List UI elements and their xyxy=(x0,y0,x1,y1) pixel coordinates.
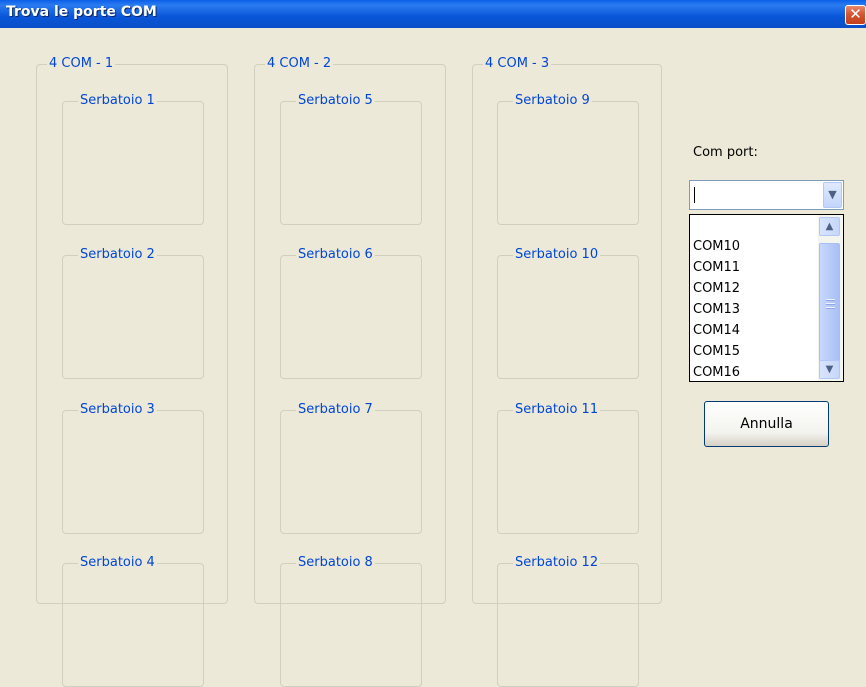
tank-box: Serbatoio 10 xyxy=(497,247,639,379)
title-bar[interactable]: Trova le porte COM ✕ xyxy=(0,0,866,28)
close-icon: ✕ xyxy=(849,5,862,23)
tank-box: Serbatoio 1 xyxy=(62,93,204,225)
tank-label: Serbatoio 5 xyxy=(296,93,375,109)
tank-box: Serbatoio 3 xyxy=(62,402,204,534)
close-button[interactable]: ✕ xyxy=(845,5,866,25)
list-item[interactable]: COM11 xyxy=(693,258,740,278)
scroll-down-icon[interactable]: ▼ xyxy=(819,360,840,379)
group-4com-1: 4 COM - 1 Serbatoio 1 Serbatoio 2 Serbat… xyxy=(36,56,228,687)
com-port-label: Com port: xyxy=(693,145,758,160)
tank-label: Serbatoio 10 xyxy=(513,247,601,263)
chevron-down-icon: ▼ xyxy=(828,188,837,201)
tank-label: Serbatoio 4 xyxy=(78,555,157,571)
com-port-combobox[interactable]: ▼ xyxy=(689,180,844,210)
list-item[interactable]: COM12 xyxy=(693,279,740,299)
grip-line xyxy=(826,303,835,305)
group-4com-2: 4 COM - 2 Serbatoio 5 Serbatoio 6 Serbat… xyxy=(254,56,446,687)
tank-label: Serbatoio 11 xyxy=(513,402,601,418)
list-item[interactable]: COM10 xyxy=(693,237,740,257)
tank-box: Serbatoio 4 xyxy=(62,555,204,687)
group-label: 4 COM - 3 xyxy=(483,56,552,72)
window-title: Trova le porte COM xyxy=(6,4,157,20)
tank-box: Serbatoio 11 xyxy=(497,402,639,534)
tank-box: Serbatoio 8 xyxy=(280,555,422,687)
dropdown-button[interactable]: ▼ xyxy=(823,182,842,208)
list-item[interactable]: COM14 xyxy=(693,321,740,341)
list-item[interactable]: COM13 xyxy=(693,300,740,320)
tank-label: Serbatoio 3 xyxy=(78,402,157,418)
tank-label: Serbatoio 1 xyxy=(78,93,157,109)
tank-label: Serbatoio 8 xyxy=(296,555,375,571)
tank-label: Serbatoio 9 xyxy=(513,93,592,109)
tank-box: Serbatoio 12 xyxy=(497,555,639,687)
tank-box: Serbatoio 2 xyxy=(62,247,204,379)
tank-box: Serbatoio 5 xyxy=(280,93,422,225)
tank-label: Serbatoio 12 xyxy=(513,555,601,571)
tank-box: Serbatoio 9 xyxy=(497,93,639,225)
list-item[interactable]: COM16 xyxy=(693,363,740,381)
cancel-button[interactable]: Annulla xyxy=(704,401,829,447)
group-label: 4 COM - 1 xyxy=(47,56,116,72)
tank-box: Serbatoio 6 xyxy=(280,247,422,379)
tank-label: Serbatoio 6 xyxy=(296,247,375,263)
group-label: 4 COM - 2 xyxy=(265,56,334,72)
tank-box: Serbatoio 7 xyxy=(280,402,422,534)
tank-label: Serbatoio 7 xyxy=(296,402,375,418)
group-4com-3: 4 COM - 3 Serbatoio 9 Serbatoio 10 Serba… xyxy=(472,56,662,687)
text-caret xyxy=(694,187,695,203)
scroll-up-icon[interactable]: ▲ xyxy=(819,217,840,236)
tank-label: Serbatoio 2 xyxy=(78,247,157,263)
scrollbar-thumb[interactable] xyxy=(819,243,840,362)
dropdown-scrollbar[interactable]: ▲ ▼ xyxy=(818,215,843,381)
grip-line xyxy=(826,299,835,301)
grip-line xyxy=(826,307,835,309)
list-item[interactable]: COM15 xyxy=(693,342,740,362)
